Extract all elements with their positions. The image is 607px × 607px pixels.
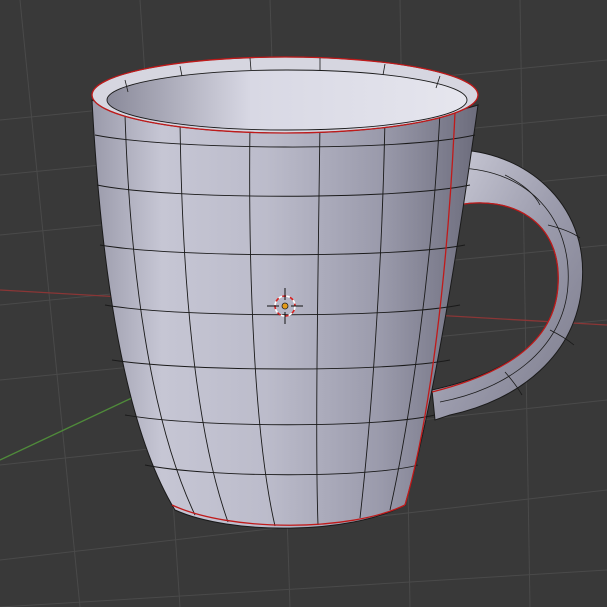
object-origin-icon [281,302,289,310]
3d-viewport[interactable] [0,0,607,607]
mug-rim[interactable] [91,56,479,134]
